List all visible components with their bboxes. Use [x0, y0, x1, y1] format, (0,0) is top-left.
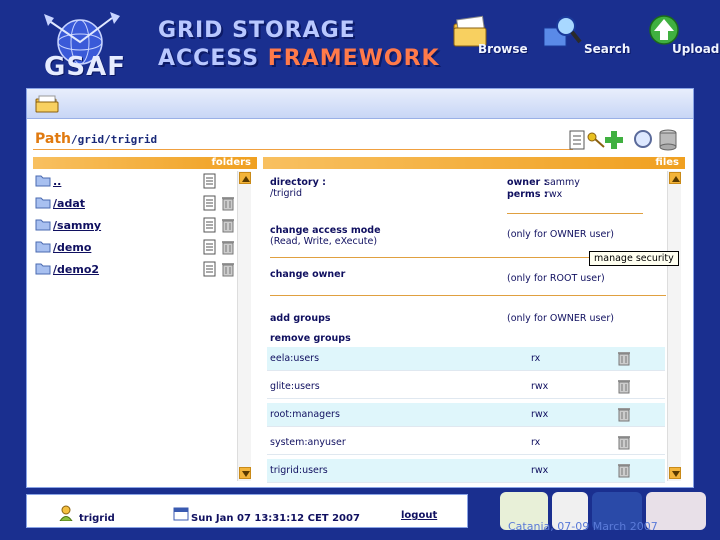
properties-icon[interactable]	[203, 217, 217, 233]
divider	[507, 213, 643, 214]
properties-icon[interactable]	[203, 239, 217, 255]
calendar-icon	[173, 507, 189, 521]
path-divider	[33, 149, 573, 150]
logout-link[interactable]: logout	[401, 510, 437, 521]
properties-icon[interactable]	[203, 173, 217, 189]
username: trigrid	[79, 513, 115, 524]
trash-icon[interactable]	[221, 217, 235, 233]
manage-security-tooltip: manage security	[589, 251, 679, 266]
folder-icon	[35, 197, 51, 209]
scroll-down-button[interactable]	[239, 467, 251, 479]
access-mode-sub: (Read, Write, eXecute)	[270, 236, 378, 247]
group-row: glite:users rwx	[267, 375, 665, 399]
properties-icon[interactable]	[203, 261, 217, 277]
folder-name[interactable]: ..	[53, 175, 61, 188]
main-panel: Path /grid/trigrid folders files .. /ada…	[26, 88, 694, 488]
app-title-line2: ACCESS FRAMEWORK	[158, 46, 440, 71]
title-word-access: ACCESS	[158, 46, 260, 71]
folder-icon	[35, 241, 51, 253]
status-bar: trigrid Sun Jan 07 13:31:12 CET 2007 log…	[26, 494, 468, 528]
remove-groups-label: remove groups	[270, 333, 351, 344]
security-pane: directory : /trigrid owner : sammy perms…	[267, 171, 666, 483]
search-label: Search	[584, 42, 631, 56]
files-scrollbar[interactable]	[667, 171, 681, 481]
group-permission: rwx	[531, 465, 549, 476]
logo-text: GSAF	[44, 52, 126, 82]
perms-label: perms :	[507, 189, 548, 200]
browse-button[interactable]: Browse	[452, 14, 528, 62]
arrow-up-icon	[242, 176, 250, 182]
directory-value: /trigrid	[270, 188, 303, 199]
title-word-framework: FRAMEWORK	[267, 46, 440, 71]
owner-label: owner :	[507, 177, 548, 188]
perms-value: rwx	[545, 189, 563, 200]
trash-icon[interactable]	[221, 239, 235, 255]
folder-icon	[35, 219, 51, 231]
app-title-line1: GRID STORAGE	[158, 18, 356, 43]
access-mode-label[interactable]: change access mode	[270, 225, 381, 236]
trash-icon[interactable]	[617, 434, 631, 450]
user-icon	[59, 505, 73, 521]
folder-icon	[35, 263, 51, 275]
add-icon[interactable]	[603, 129, 625, 151]
group-name: root:managers	[270, 409, 340, 420]
path-field[interactable]: /grid/trigrid	[63, 131, 583, 149]
trash-icon[interactable]	[617, 350, 631, 366]
open-folder-icon	[35, 95, 59, 113]
scroll-up-button[interactable]	[669, 172, 681, 184]
add-groups-note: (only for OWNER user)	[507, 313, 614, 324]
zoom-icon[interactable]	[633, 129, 655, 151]
folders-header: folders	[33, 157, 257, 169]
owner-value: sammy	[545, 177, 580, 188]
trash-icon[interactable]	[617, 378, 631, 394]
group-name: system:anyuser	[270, 437, 346, 448]
group-permission: rx	[531, 353, 541, 364]
folder-name[interactable]: /adat	[53, 197, 85, 210]
browse-label: Browse	[478, 42, 528, 56]
session-datetime: Sun Jan 07 13:31:12 CET 2007	[191, 513, 360, 524]
database-icon[interactable]	[657, 129, 679, 151]
arrow-up-icon	[672, 176, 680, 182]
event-footnote: Catania, 07-09 March 2007	[508, 520, 658, 533]
trash-icon[interactable]	[221, 261, 235, 277]
magnifier-icon	[544, 16, 582, 47]
trash-icon[interactable]	[221, 195, 235, 211]
folder-name[interactable]: /sammy	[53, 219, 101, 232]
group-row: trigrid:users rwx	[267, 459, 665, 483]
group-name: eela:users	[270, 353, 320, 364]
group-permission: rwx	[531, 381, 549, 392]
group-row: system:anyuser rx	[267, 431, 665, 455]
group-permission: rwx	[531, 409, 549, 420]
group-row: eela:users rx	[267, 347, 665, 371]
group-row: root:managers rwx	[267, 403, 665, 427]
folder-name[interactable]: /demo	[53, 241, 91, 254]
group-name: trigrid:users	[270, 465, 328, 476]
folders-scrollbar[interactable]	[237, 171, 251, 481]
panel-toolbar	[27, 89, 693, 119]
directory-label: directory :	[270, 177, 326, 188]
access-mode-note: (only for OWNER user)	[507, 229, 614, 240]
change-owner-note: (only for ROOT user)	[507, 273, 605, 284]
upload-label: Upload	[672, 42, 720, 56]
group-name: glite:users	[270, 381, 320, 392]
change-owner-label[interactable]: change owner	[270, 269, 345, 280]
add-groups-label[interactable]: add groups	[270, 313, 331, 324]
search-button[interactable]: Search	[544, 14, 630, 62]
scroll-up-button[interactable]	[239, 172, 251, 184]
group-permission: rx	[531, 437, 541, 448]
trash-icon[interactable]	[617, 406, 631, 422]
properties-icon[interactable]	[203, 195, 217, 211]
folder-name[interactable]: /demo2	[53, 263, 99, 276]
trash-icon[interactable]	[617, 462, 631, 478]
arrow-down-icon	[672, 471, 680, 477]
app-header: GSAF GRID STORAGE ACCESS FRAMEWORK Brows…	[0, 0, 720, 85]
arrow-down-icon	[242, 471, 250, 477]
path-tools	[567, 129, 687, 153]
upload-button[interactable]: Upload	[646, 14, 719, 62]
folder-icon	[35, 175, 51, 187]
scroll-down-button[interactable]	[669, 467, 681, 479]
divider	[270, 295, 666, 296]
files-header: files	[263, 157, 685, 169]
